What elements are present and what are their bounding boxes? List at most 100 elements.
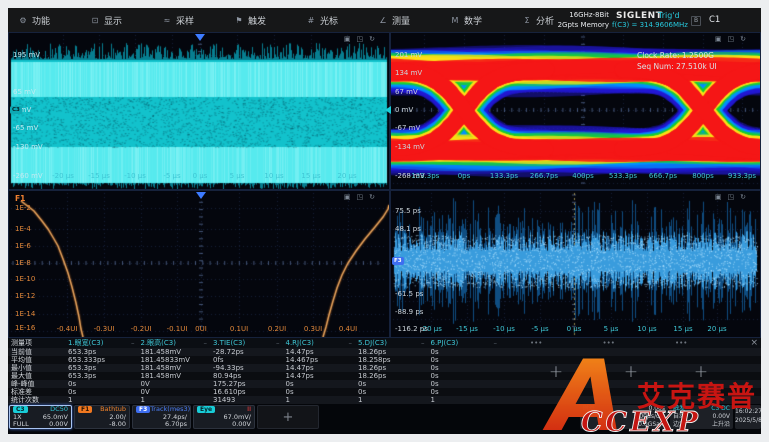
window-icons-eye[interactable]: ▣ ◳ ↻ xyxy=(715,35,746,43)
empty-column-header[interactable]: ••• xyxy=(500,338,573,348)
timebase-scale: 5.00μs/div xyxy=(634,413,665,421)
menu-item-显示[interactable]: ⊡显示 xyxy=(90,14,152,27)
waveform-window[interactable]: ▣◳↻ C3 195 mV65 mV0 mV-65 mV-130 mV-20 μ… xyxy=(8,32,390,190)
camera-icon[interactable]: ▣ xyxy=(715,193,722,201)
trigger-level: 0.00V xyxy=(713,413,730,421)
timebase-box[interactable]: 时基 0.00s 5.00μs/div 40.0GSa/s xyxy=(580,405,668,429)
x-axis-label: 0.1UI xyxy=(230,325,248,333)
x-axis-label: 400ps xyxy=(572,172,593,180)
camera-icon[interactable]: ▣ xyxy=(344,193,351,201)
camera-icon[interactable]: ▣ xyxy=(715,35,722,43)
empty-column-header[interactable]: ••• xyxy=(573,338,646,348)
empty-column-header[interactable]: ••• xyxy=(645,338,718,348)
trigger-slope: 上升沿 xyxy=(712,421,730,429)
spec-line2: 2Gpts Memory xyxy=(551,20,609,30)
x-axis-label: -15 μs xyxy=(88,172,110,180)
restore-icon[interactable]: ↻ xyxy=(740,193,746,201)
trigger-position-marker[interactable] xyxy=(195,34,205,46)
menu-item-label: 功能 xyxy=(32,14,50,27)
channel-box-c3[interactable]: C3DC501X65.0mVFULL0.00V xyxy=(9,405,72,429)
measurement-value: 14.47ps xyxy=(283,348,356,356)
x-axis-label: 15 μs xyxy=(301,172,320,180)
clock-time: 16:02:27 xyxy=(735,407,759,416)
menu-item-测量[interactable]: ∠测量 xyxy=(378,14,440,27)
measurement-value: 18.258ps xyxy=(355,356,428,364)
minimize-column-icon[interactable]: – xyxy=(494,339,498,347)
minimize-column-icon[interactable]: – xyxy=(131,339,135,347)
minimize-column-icon[interactable]: – xyxy=(349,339,353,347)
channel-box-f3[interactable]: F3Track(mes3)27.4ps/6.70ps xyxy=(132,405,191,429)
add-measurement-slot[interactable]: + xyxy=(549,362,563,382)
trigger-status: Trig'd xyxy=(658,11,680,20)
add-channel-slot[interactable]: + xyxy=(257,405,319,429)
menu-item-光标[interactable]: #光标 xyxy=(306,14,368,27)
measurement-value: 31493 xyxy=(210,396,283,404)
measurement-value: 0fs xyxy=(210,356,283,364)
minimize-column-icon[interactable]: – xyxy=(204,339,208,347)
measurement-column-header[interactable]: 6.PJ(C3)– xyxy=(428,338,501,348)
measure-table: 测量项1.眼宽(C3)–2.眼高(C3)–3.TIE(C3)–4.RJ(C3)–… xyxy=(8,338,761,404)
measurement-column-header[interactable]: 1.眼宽(C3)– xyxy=(65,338,138,348)
trigger-level-marker[interactable] xyxy=(381,106,391,114)
measurement-value: 0V xyxy=(138,388,211,396)
table-row-label: 峰-峰值 xyxy=(8,380,65,388)
measurement-column-header[interactable]: 4.RJ(C3)– xyxy=(283,338,356,348)
menu-item-功能[interactable]: ⚙功能 xyxy=(18,14,80,27)
window-icons-waveform[interactable]: ▣ ◳ ↻ xyxy=(344,35,375,43)
cursor-icon: # xyxy=(306,16,316,25)
table-close-button[interactable]: × xyxy=(718,338,762,348)
menu-item-触发[interactable]: ⚑触发 xyxy=(234,14,296,27)
restore-icon[interactable]: ↻ xyxy=(369,193,375,201)
scope-screen: ⚙功能⊡显示≈采样⚑触发#光标∠测量M数学Σ分析 16GHz-8Bit 2Gpt… xyxy=(8,8,761,434)
display-icon: ⊡ xyxy=(90,16,100,25)
window-icons-bathtub[interactable]: ▣ ◳ ↻ xyxy=(344,193,375,201)
expand-icon[interactable]: ◳ xyxy=(728,193,735,201)
minimize-column-icon[interactable]: – xyxy=(276,339,280,347)
measure-icon: ∠ xyxy=(378,16,388,25)
eye-diagram-window[interactable]: ▣◳↻ Clock Rate: 1.2500G Seq Num: 27.510k… xyxy=(390,32,761,190)
x-axis-label: 666.7ps xyxy=(649,172,677,180)
add-measurement-slot[interactable]: + xyxy=(694,362,708,382)
trigger-mode: 自动 xyxy=(673,413,685,421)
menu-item-采样[interactable]: ≈采样 xyxy=(162,14,224,27)
menu-item-数学[interactable]: M数学 xyxy=(450,14,512,27)
expand-icon[interactable]: ◳ xyxy=(357,193,364,201)
x-axis-label: -10 μs xyxy=(124,172,146,180)
y-axis-label: 201 mV xyxy=(395,51,422,59)
camera-icon[interactable]: ▣ xyxy=(344,35,351,43)
minimize-column-icon[interactable]: – xyxy=(421,339,425,347)
trigger-source: C3 DC xyxy=(711,405,730,413)
measurement-value: 16.610ps xyxy=(210,388,283,396)
measurement-column-header[interactable]: 5.DJ(C3)– xyxy=(355,338,428,348)
measurement-value: 653.333ps xyxy=(65,356,138,364)
trigger-box[interactable]: 触发 C3 DC 自动 0.00V 边沿 上升沿 xyxy=(670,405,733,429)
aux-b-icon[interactable]: B xyxy=(691,16,701,26)
channel-box-f1[interactable]: F1Bathtub2.00/-8.00 xyxy=(74,405,130,429)
x-axis-label: 10 μs xyxy=(637,325,656,333)
bathtub-reference-marker[interactable] xyxy=(196,192,206,204)
y-axis-label: 1E-6 xyxy=(15,242,31,250)
expand-icon[interactable]: ◳ xyxy=(357,35,364,43)
y-axis-label: 75.5 ps xyxy=(395,207,421,215)
measurement-value: 1 xyxy=(283,396,356,404)
channel-box-eye[interactable]: EyeII67.0mV/0.00V xyxy=(193,405,255,429)
x-axis-label: 15 μs xyxy=(673,325,692,333)
y-axis-label: -67 mV xyxy=(395,124,420,132)
restore-icon[interactable]: ↻ xyxy=(740,35,746,43)
channel-c3-badge[interactable]: C3 xyxy=(10,106,22,114)
bathtub-window[interactable]: ▣◳↻ F1 1E-21E-41E-61E-81E-101E-121E-141E… xyxy=(8,190,390,338)
expand-icon[interactable]: ◳ xyxy=(728,35,735,43)
measurement-value: 0s xyxy=(355,388,428,396)
channel-indicator[interactable]: C1 xyxy=(709,15,720,25)
measurement-column-header[interactable]: 2.眼高(C3)– xyxy=(138,338,211,348)
window-icons-track[interactable]: ▣ ◳ ↻ xyxy=(715,193,746,201)
jitter-track-window[interactable]: ▣◳↻ F3 75.5 ps48.1 ps-61.5 ps-88.9 ps-20… xyxy=(390,190,761,338)
restore-icon[interactable]: ↻ xyxy=(369,35,375,43)
measurement-value: 1 xyxy=(65,396,138,404)
menu-item-label: 采样 xyxy=(176,14,194,27)
channel-badge: F1 xyxy=(78,406,92,413)
measurement-column-header[interactable]: 3.TIE(C3)– xyxy=(210,338,283,348)
empty-cell xyxy=(718,356,762,364)
add-measurement-slot[interactable]: + xyxy=(624,362,638,382)
eye-seq-num: Seq Num: 27.510k UI xyxy=(637,61,717,72)
